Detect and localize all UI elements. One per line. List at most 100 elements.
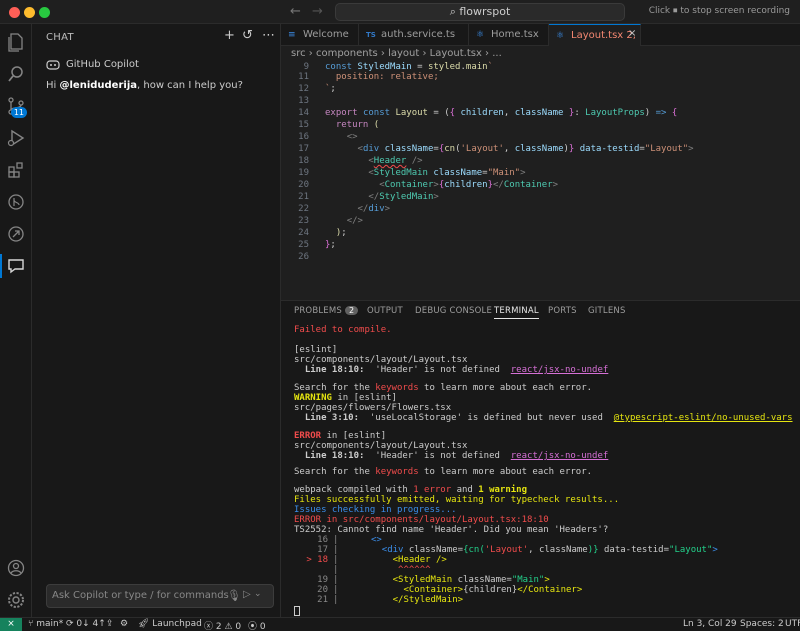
remote-indicator-icon[interactable]: ⨯ xyxy=(0,618,22,631)
line-number: 11 xyxy=(298,72,309,82)
code-line: <Container>{children}</Container> xyxy=(379,180,559,190)
tab-output[interactable]: OUTPUT xyxy=(367,306,403,316)
snippet-line-number: > 18 xyxy=(306,555,328,565)
cursor-position[interactable]: Ln 3, Col 29 xyxy=(683,619,737,629)
command-center-search[interactable]: ⌕ flowrspot xyxy=(335,3,625,21)
send-icon[interactable]: ▷ xyxy=(243,589,251,600)
snippet-line-number: 16 xyxy=(317,535,328,545)
code-line: const StyledMain = styled.main` xyxy=(325,62,494,72)
tab-welcome[interactable]: ≡ Welcome xyxy=(281,24,359,46)
tab-gitlens[interactable]: GITLENS xyxy=(588,306,626,316)
source-control-badge: 11 xyxy=(10,107,27,118)
snippet-caret-line: | ^^^^^^ xyxy=(333,565,431,575)
launchpad-item[interactable]: 🚀︎ Launchpad xyxy=(138,619,202,629)
back-arrow-icon[interactable]: ← xyxy=(290,4,301,19)
user-mention[interactable]: @leniduderija xyxy=(59,80,137,91)
line-number: 26 xyxy=(298,252,309,262)
code-line: `; xyxy=(325,84,336,94)
breadcrumb[interactable]: src › components › layout › Layout.tsx ›… xyxy=(291,48,502,59)
code-line: return ( xyxy=(335,120,380,130)
explorer-icon[interactable] xyxy=(4,30,28,54)
source-control-icon[interactable]: 11 xyxy=(4,94,28,118)
code-line: <Header /> xyxy=(368,156,423,166)
line-number: 24 xyxy=(298,228,309,238)
code-line: <div className={cn('Layout', className)}… xyxy=(357,144,694,154)
search-icon: ⌕ xyxy=(449,5,460,18)
forward-arrow-icon[interactable]: → xyxy=(312,4,323,19)
editor-tabs: ≡ Welcome TS auth.service.ts ⚛ Home.tsx ⚛ La… xyxy=(281,24,800,46)
workspace-name: flowrspot xyxy=(459,5,511,18)
terminal-line: Failed to compile. xyxy=(294,325,392,335)
react-icon: ⚛ xyxy=(556,31,565,41)
tab-home[interactable]: ⚛ Home.tsx xyxy=(469,24,549,46)
minimize-window-button[interactable] xyxy=(24,7,35,18)
status-bar: ⨯ ⑂ main* ⟳ 0↓ 4↑ ⇪ ⚙ 🚀︎ Launchpad ⓧ 2 ⚠… xyxy=(0,617,800,631)
gitlens-status-icon[interactable]: ⚙ xyxy=(120,619,128,629)
terminal-line: src/components/layout/Layout.tsx xyxy=(294,355,468,365)
tab-problems[interactable]: PROBLEMS 2 xyxy=(294,306,359,316)
problems-indicator[interactable]: ⓧ 2 ⚠ 0 xyxy=(204,619,241,631)
error-icon: ⓧ xyxy=(204,622,216,631)
snippet-line: | <StyledMain className="Main"> xyxy=(333,575,550,585)
tab-terminal[interactable]: TERMINAL xyxy=(494,306,539,319)
line-number: 13 xyxy=(298,96,309,106)
sync-icon: ⟳ xyxy=(66,619,77,629)
search-icon[interactable] xyxy=(4,62,28,86)
snippet-line-number: 19 xyxy=(317,575,328,585)
line-number: 18 xyxy=(298,156,309,166)
terminal-line: Issues checking in progress... xyxy=(294,505,457,515)
code-line: </div> xyxy=(357,204,391,214)
terminal-line: src/pages/flowers/Flowers.tsx xyxy=(294,403,452,413)
tab-ports[interactable]: PORTS xyxy=(548,306,577,316)
snippet-line: | </StyledMain> xyxy=(333,595,464,605)
branch-indicator[interactable]: ⑂ main* xyxy=(28,619,63,629)
indentation[interactable]: Spaces: 2 xyxy=(740,619,784,629)
ports-indicator[interactable]: ⦿ 0 xyxy=(248,619,266,631)
title-bar: ← → ⌕ flowrspot Click ⏹ to stop screen r… xyxy=(0,0,800,24)
sync-status[interactable]: ⟳ 0↓ 4↑ xyxy=(66,619,106,629)
tab-debug-console[interactable]: DEBUG CONSOLE xyxy=(415,306,492,316)
code-line: <StyledMain className="Main"> xyxy=(368,168,526,178)
more-actions-icon[interactable]: ⋯ xyxy=(262,28,275,43)
new-chat-icon[interactable]: + xyxy=(224,28,235,43)
run-debug-icon[interactable] xyxy=(4,126,28,150)
code-line: <> xyxy=(346,132,358,142)
history-icon[interactable]: ↺ xyxy=(242,28,253,43)
terminal-line: src/components/layout/Layout.tsx xyxy=(294,441,468,451)
settings-gear-icon[interactable] xyxy=(4,588,28,612)
assistant-name: GitHub Copilot xyxy=(66,59,139,70)
tab-auth-service[interactable]: TS auth.service.ts xyxy=(359,24,469,46)
terminal-line: Line 3:10: 'useLocalStorage' is defined … xyxy=(294,413,793,423)
terminal-line: ERROR in [eslint] xyxy=(294,431,387,441)
terminal-line: webpack compiled with 1 error and 1 warn… xyxy=(294,485,528,495)
bottom-panel: PROBLEMS 2 OUTPUT DEBUG CONSOLE TERMINAL … xyxy=(281,300,800,617)
send-options-chevron-icon[interactable]: ⌄ xyxy=(254,589,262,599)
encoding[interactable]: UTF xyxy=(785,619,800,629)
gitlens-icon[interactable] xyxy=(4,190,28,214)
problems-count-badge: 2 xyxy=(345,306,359,315)
line-number: 9 xyxy=(303,62,309,72)
close-window-button[interactable] xyxy=(9,7,20,18)
close-tab-icon[interactable]: × xyxy=(628,28,636,39)
account-icon[interactable] xyxy=(4,556,28,580)
microphone-icon[interactable]: 🎙︎ xyxy=(227,589,241,602)
line-number: 16 xyxy=(298,132,309,142)
line-number: 20 xyxy=(298,180,309,190)
snippet-line-number: 20 xyxy=(317,585,328,595)
code-line: position: relative; xyxy=(325,72,439,82)
terminal-line: ERROR in src/components/layout/Layout.ts… xyxy=(294,515,549,525)
terminal-line: Line 18:10: 'Header' is not defined reac… xyxy=(294,451,609,461)
recording-hint: Click ⏹ to stop screen recording xyxy=(648,6,790,16)
snippet-line: | <> xyxy=(333,535,382,545)
publish-icon[interactable]: ⇪ xyxy=(106,619,114,629)
remote-explorer-icon[interactable] xyxy=(4,222,28,246)
chat-input[interactable]: Ask Copilot or type / for commands 🎙︎ ▷ … xyxy=(46,584,274,608)
terminal-line: [eslint] xyxy=(294,345,338,355)
extensions-icon[interactable] xyxy=(4,158,28,182)
chat-icon[interactable] xyxy=(0,254,32,278)
zoom-window-button[interactable] xyxy=(39,7,50,18)
snippet-line: | <div className={cn('Layout', className… xyxy=(333,545,718,555)
snippet-line-number: 17 xyxy=(317,545,328,555)
react-icon: ⚛ xyxy=(476,30,485,40)
code-editor[interactable]: 9 const StyledMain = styled.main` 11 pos… xyxy=(281,62,800,300)
